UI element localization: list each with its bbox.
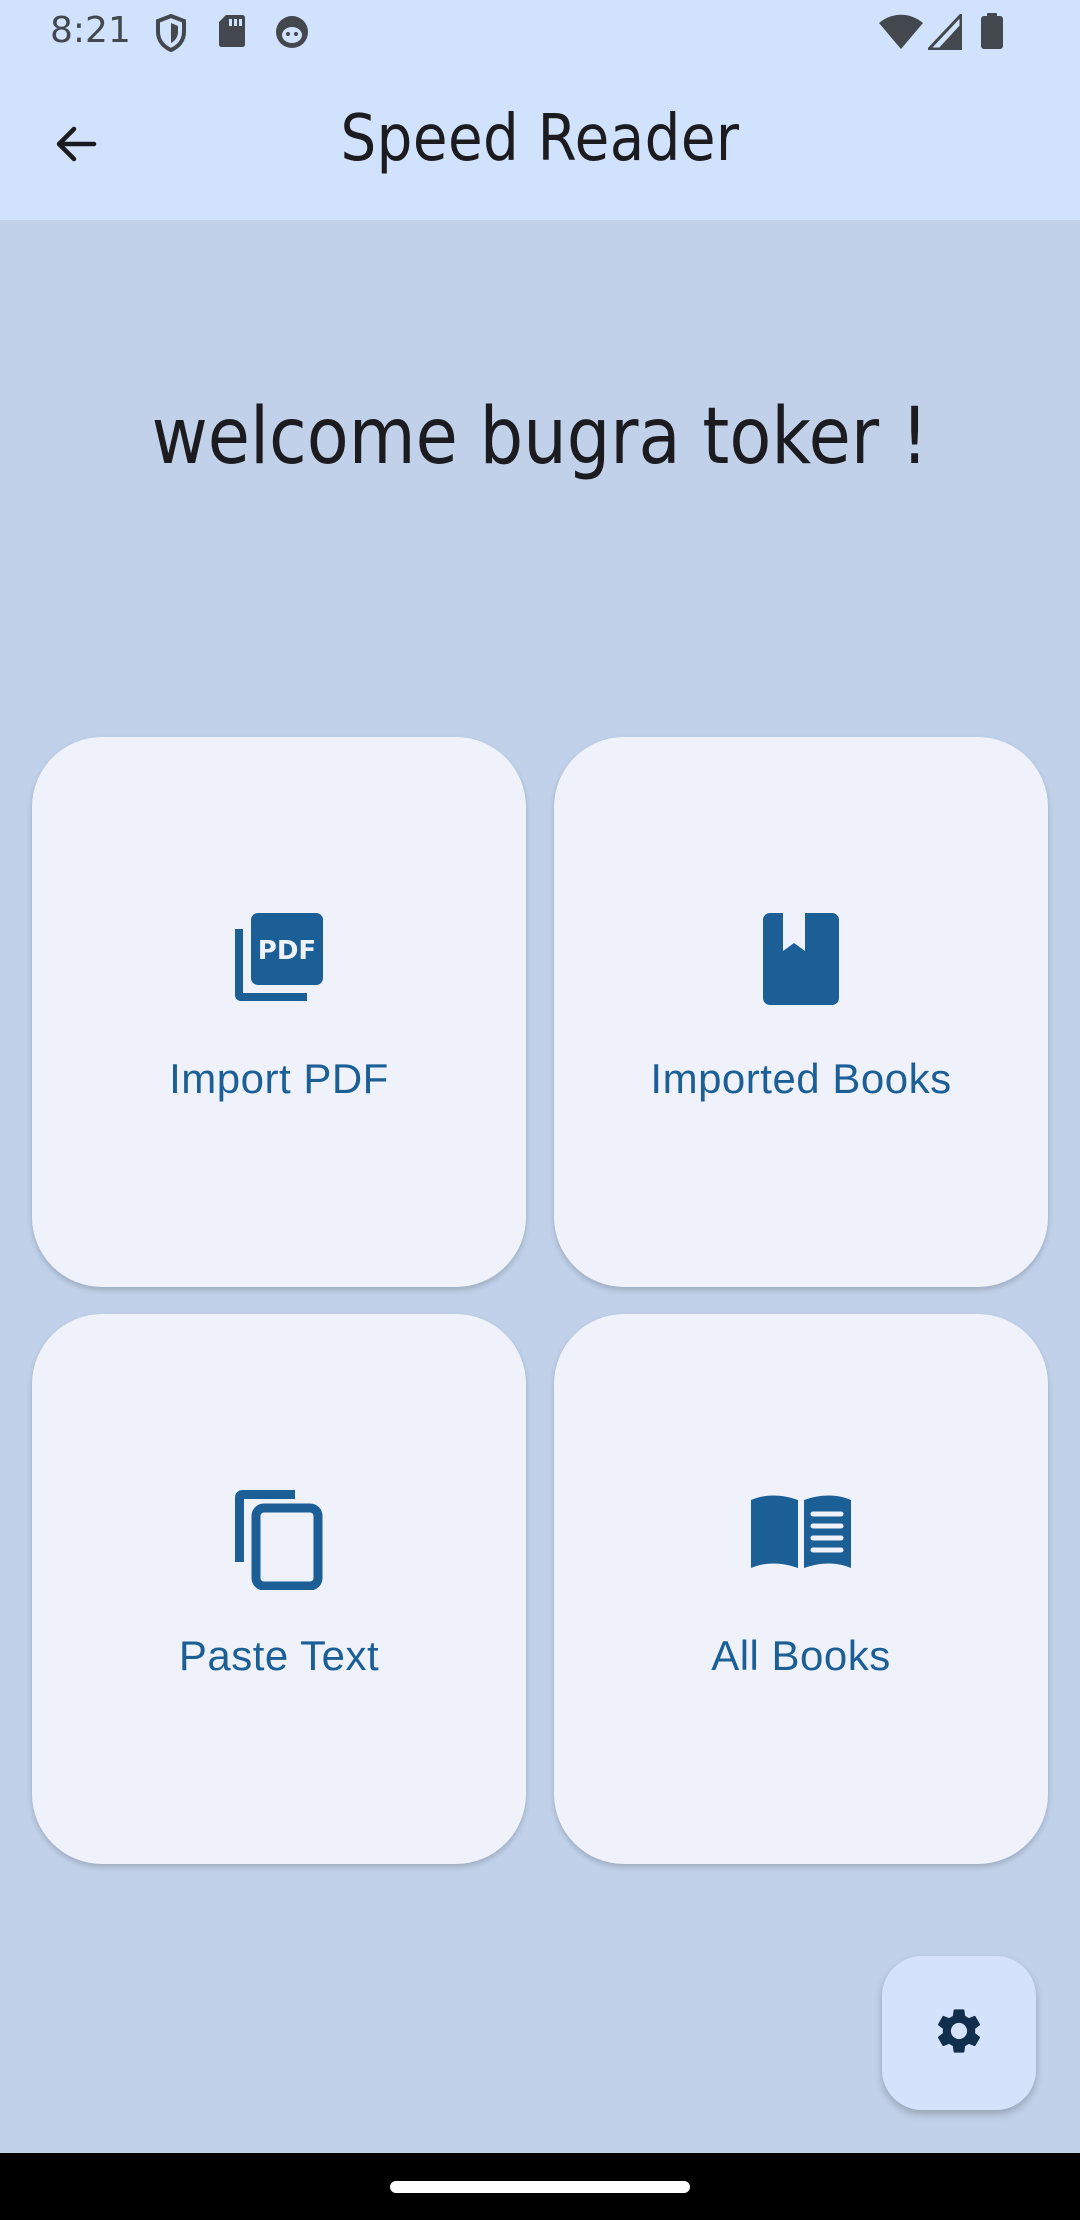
import-pdf-card[interactable]: PDF Import PDF — [32, 737, 526, 1287]
import-pdf-label: Import PDF — [169, 1055, 389, 1102]
sd-card-icon — [218, 14, 246, 48]
all-books-card[interactable]: All Books — [554, 1314, 1048, 1864]
book-bookmark-icon — [753, 909, 849, 1005]
status-time: 8:21 — [50, 10, 131, 51]
svg-text:PDF: PDF — [258, 936, 316, 966]
all-books-label: All Books — [711, 1632, 891, 1679]
shield-icon — [155, 14, 187, 52]
paste-text-card[interactable]: Paste Text — [32, 1314, 526, 1864]
pdf-icon: PDF — [231, 909, 327, 1005]
gear-icon — [932, 2004, 986, 2063]
app-bar: Speed Reader — [0, 64, 1080, 220]
paste-text-label: Paste Text — [178, 1632, 380, 1679]
imported-books-card[interactable]: Imported Books — [554, 737, 1048, 1287]
imported-books-label: Imported Books — [650, 1055, 952, 1102]
battery-icon — [980, 12, 1004, 50]
copy-icon — [231, 1486, 327, 1590]
app-title: Speed Reader — [340, 102, 740, 176]
cat-face-icon — [274, 14, 310, 50]
home-handle[interactable] — [390, 2181, 690, 2193]
wifi-icon — [878, 14, 924, 50]
signal-icon — [928, 14, 962, 50]
open-book-icon — [749, 1486, 853, 1570]
welcome-text: welcome bugra toker ! — [151, 392, 929, 482]
status-bar: 8:21 — [0, 0, 1080, 64]
navigation-bar — [0, 2153, 1080, 2220]
settings-fab[interactable] — [882, 1956, 1036, 2110]
